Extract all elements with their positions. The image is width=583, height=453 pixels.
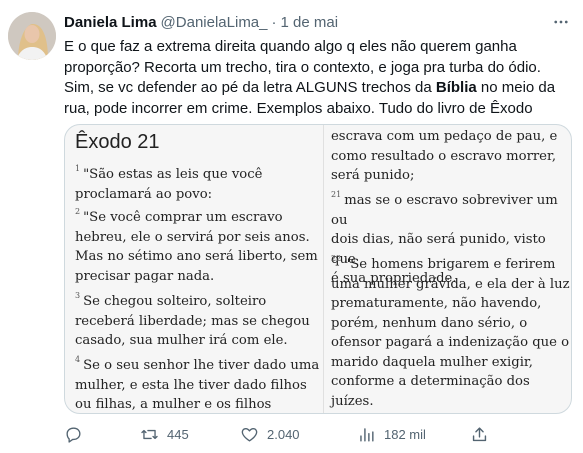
author-avatar[interactable] [8, 12, 56, 60]
verse-paragraph: 1 "São estas as leis que você proclamará … [75, 164, 263, 202]
reply-icon [66, 426, 81, 443]
tweet-date[interactable]: 1 de mai [281, 14, 339, 31]
column-divider [323, 125, 324, 413]
chapter-title: Êxodo 21 [75, 131, 160, 153]
retweet-count: 445 [167, 426, 189, 442]
tweet-header: Daniela Lima @DanielaLima_ · 1 de mai [64, 12, 543, 32]
author-handle[interactable]: @DanielaLima_ [161, 14, 268, 31]
like-button[interactable]: 2.040 [240, 423, 300, 445]
verse-paragraph: 2 "Se você comprar um escravo hebreu, ele… [75, 207, 318, 284]
bold-word: Bíblia [435, 79, 477, 96]
retweet-button[interactable]: 445 [140, 423, 189, 445]
tweet-image[interactable]: Êxodo 21 1 "São estas as leis que você pr… [64, 124, 572, 414]
verse-paragraph: 3 Se chegou solteiro, solteiro receberá l… [75, 291, 310, 349]
header-separator: · [271, 13, 277, 31]
reply-button[interactable] [64, 423, 83, 445]
tweet-text-line: rua, pode incorrer em crime. Exemplos ab… [64, 99, 533, 117]
heart-icon [241, 427, 258, 442]
tweet-text-line: proporção? Recorta um trecho, tira o con… [64, 58, 541, 76]
more-options-icon[interactable] [549, 10, 573, 34]
retweet-icon [141, 429, 158, 439]
tweet-text-line: Sim, se vc defender ao pé da letra ALGUN… [64, 79, 556, 96]
tweet-text: E o que faz a extrema direita quando alg… [64, 37, 574, 119]
views-button[interactable]: 182 mil [357, 423, 426, 445]
verse-paragraph: escrava com um pedaço de pau, e como res… [331, 129, 558, 183]
share-icon [472, 426, 487, 441]
share-button[interactable] [470, 423, 489, 445]
verse-paragraph: 4 Se o seu senhor lhe tiver dado uma mulh… [75, 355, 320, 413]
views-icon [360, 427, 374, 442]
tweet-actions: 445 2.040 182 mil [64, 423, 494, 445]
view-count: 182 mil [384, 426, 426, 442]
tweet-text-line: E o que faz a extrema direita quando alg… [64, 38, 517, 55]
verse-paragraph: 22 "Se homens brigarem e ferirem uma mulh… [331, 254, 570, 409]
author-name[interactable]: Daniela Lima [64, 14, 157, 31]
like-count: 2.040 [267, 426, 300, 442]
